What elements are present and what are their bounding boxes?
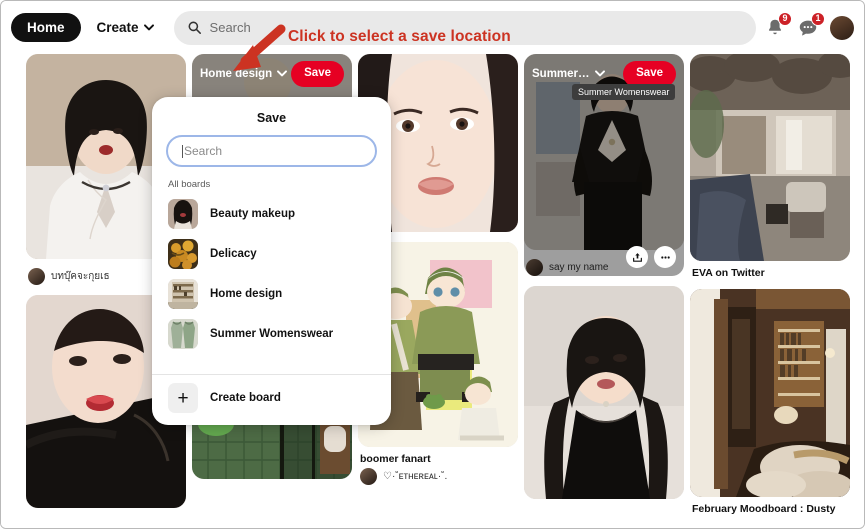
pin-feed-grid: บทบุ๊คจะกุยเธ Home design Save boomer fa… (1, 54, 864, 528)
board-thumbnail (168, 199, 198, 229)
modal-footer: + Create board (152, 374, 391, 425)
board-thumbnail (168, 279, 198, 309)
annotation-arrow-icon (233, 24, 286, 71)
share-upload-icon (632, 252, 642, 262)
pin-card-hovered[interactable]: Summer… Save Summer Womenswear say my na… (524, 54, 684, 276)
author-name: ♡·˚ᴇᴛʜᴇʀᴇᴀʟ·˚. (383, 471, 448, 482)
pin-overlay-actions (626, 246, 676, 268)
board-list-item-home-design[interactable]: Home design (162, 274, 381, 314)
modal-title: Save (256, 111, 287, 125)
board-thumb-image (168, 199, 198, 229)
feed-column-5: EVA on Twitter February Moodboard: Dust… (690, 54, 850, 525)
board-list-item-delicacy[interactable]: Delicacy (162, 234, 381, 274)
more-options-button[interactable] (654, 246, 676, 268)
plus-icon: + (168, 383, 198, 413)
board-name-tooltip: Summer Womenswear (572, 84, 676, 100)
pin-illustration (524, 286, 684, 499)
board-list-item-summer-womenswear[interactable]: Summer Womenswear (162, 314, 381, 354)
pin-overlay-toolbar: Summer… Save (532, 61, 676, 87)
notifications-button[interactable]: 9 (764, 11, 792, 39)
chevron-down-icon (143, 24, 154, 31)
pin-image-february-moodboard[interactable] (690, 289, 850, 497)
board-name: Home design (210, 288, 283, 300)
share-button[interactable] (626, 246, 648, 268)
pin-meta: EVA on Twitter (690, 261, 850, 279)
annotation-text: Click to select a save location (288, 28, 511, 45)
board-list-item-beauty-makeup[interactable]: Beauty makeup (162, 194, 381, 234)
search-icon (188, 21, 201, 34)
pin-meta: February Moodboard : Dusty (690, 497, 850, 515)
pin-author[interactable]: ♡·˚ᴇᴛʜᴇʀᴇᴀʟ·˚. (360, 468, 516, 485)
board-thumbnail (168, 239, 198, 269)
pin-title: February Moodboard : Dusty (692, 503, 836, 515)
pin-image-girl-black-lace[interactable] (524, 286, 684, 499)
all-boards-label: All boards (168, 179, 211, 190)
create-board-label: Create board (210, 392, 281, 404)
pin-illustration (690, 54, 850, 261)
pin-meta: boomer fanart ♡·˚ᴇᴛʜᴇʀᴇᴀʟ·˚. (358, 447, 518, 485)
pin-card[interactable]: February Moodboard : Dusty (690, 289, 850, 515)
chevron-down-icon (594, 70, 605, 77)
home-button[interactable]: Home (11, 12, 81, 43)
pin-card[interactable]: EVA on Twitter (690, 54, 850, 279)
header-icon-group: 9 1 (764, 11, 856, 40)
save-button[interactable]: Save (291, 61, 344, 87)
pin-image-eva-on-twitter[interactable] (690, 54, 850, 261)
pinterest-app-window: Home Create Search 9 1 บทบุ๊คจะกุยเธ Hom… (0, 0, 865, 529)
board-thumb-image (168, 319, 198, 349)
messages-badge: 1 (811, 11, 825, 26)
pin-card[interactable] (524, 286, 684, 499)
board-search-input[interactable]: Search (166, 135, 377, 167)
pin-title: boomer fanart (360, 453, 431, 465)
text-caret (182, 144, 183, 158)
board-name: Summer Womenswear (210, 328, 334, 340)
board-thumbnail (168, 319, 198, 349)
user-avatar[interactable] (830, 15, 854, 40)
pin-illustration (690, 289, 850, 497)
board-list: Beauty makeup Delicacy Home design Summe… (152, 194, 391, 374)
notifications-badge: 9 (778, 11, 792, 26)
author-name: บทบุ๊คจะกุยเธ (51, 271, 110, 282)
create-menu-button[interactable]: Create (85, 12, 166, 43)
pin-hover-overlay: Summer… Save Summer Womenswear (524, 54, 684, 276)
feed-column-4: Summer… Save Summer Womenswear say my na… (524, 54, 684, 509)
create-board-button[interactable]: + Create board (168, 383, 375, 413)
author-avatar (28, 268, 45, 285)
create-label: Create (96, 20, 139, 35)
board-name: Beauty makeup (210, 208, 296, 220)
save-button[interactable]: Save (623, 61, 676, 87)
board-search-placeholder: Search (184, 144, 223, 158)
save-board-picker-modal: Save Search All boards Beauty makeup Del… (152, 97, 391, 425)
board-thumb-image (168, 279, 198, 309)
board-selector-dropdown[interactable]: Summer… (532, 68, 605, 80)
messages-button[interactable]: 1 (797, 11, 825, 39)
author-avatar (360, 468, 377, 485)
board-name: Delicacy (210, 248, 257, 260)
board-selector-label: Summer… (532, 67, 590, 80)
more-ellipsis-icon (660, 255, 670, 259)
pin-title: EVA on Twitter (692, 267, 765, 279)
board-thumb-image (168, 239, 198, 269)
